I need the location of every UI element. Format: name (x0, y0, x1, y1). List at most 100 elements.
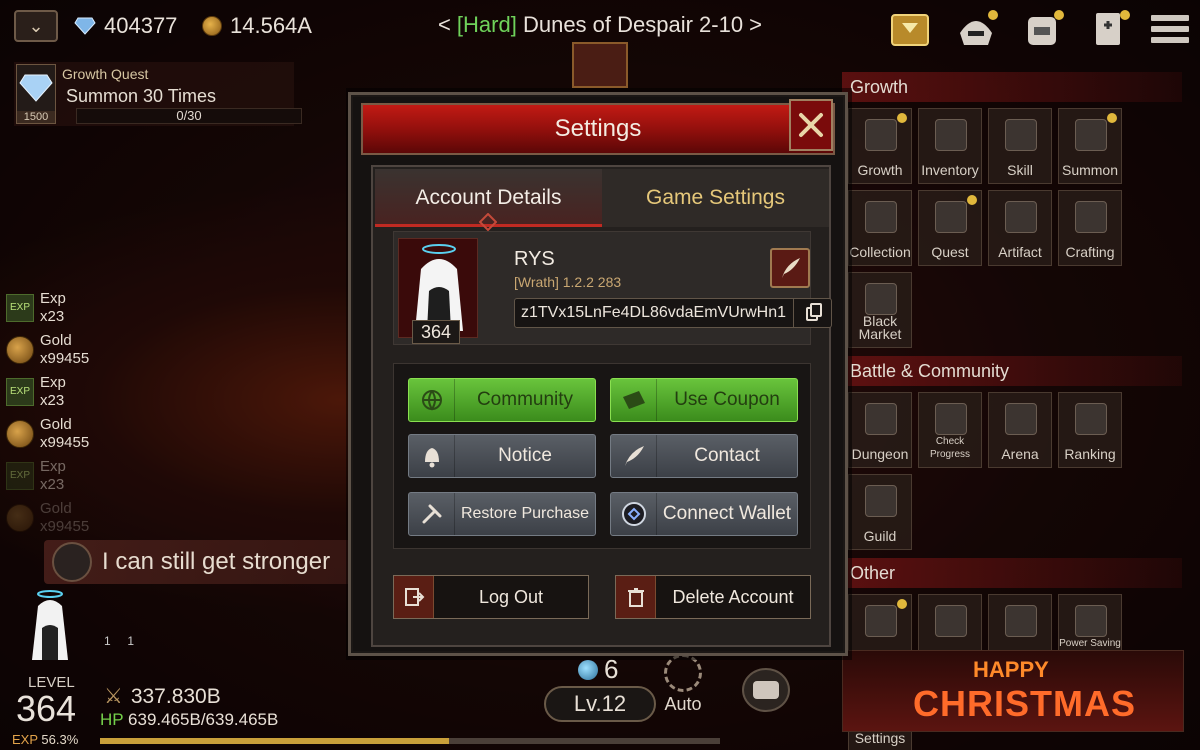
connect-wallet-label: Connect Wallet (662, 503, 792, 524)
menu-quest[interactable]: Quest (918, 190, 982, 266)
menu-label: Settings (854, 730, 906, 746)
menu-label: Summon (1061, 162, 1119, 178)
close-button[interactable] (789, 99, 833, 151)
boss-portrait-icon[interactable] (572, 42, 628, 88)
combat-power-value: 337.830B (130, 684, 221, 708)
exp-progress-bar (100, 738, 720, 744)
collection-icon (865, 201, 897, 233)
reward-amount: x99455 (40, 434, 90, 451)
menu-dungeon[interactable]: Dungeon (848, 392, 912, 468)
exp-percent: 56.3% (41, 732, 79, 747)
exp-icon: EXP (6, 462, 34, 490)
diamond-icon (19, 74, 53, 102)
bell-icon (409, 435, 455, 477)
combat-power: ⚔ 337.830B (104, 684, 221, 709)
power-saving-mode-icon (1075, 605, 1107, 637)
log-out-button[interactable]: Log Out (393, 575, 589, 619)
menu-label: Dungeon (851, 446, 909, 462)
edit-profile-button[interactable] (770, 248, 810, 288)
community-button[interactable]: Community (408, 378, 596, 422)
log-out-label: Log Out (478, 586, 544, 607)
reward-name: Exp (40, 374, 66, 391)
chat-bubble-icon (753, 681, 779, 699)
menu-summon[interactable]: Summon (1058, 108, 1122, 184)
skill-a-count: 1 (104, 634, 111, 648)
menu-artifact[interactable]: Artifact (988, 190, 1052, 266)
reward-amount: x23 (40, 308, 65, 325)
menu-ranking[interactable]: Ranking (1058, 392, 1122, 468)
menu-label: Skill (1007, 162, 1033, 178)
menu-label: Crafting (1065, 244, 1115, 260)
use-coupon-label: Use Coupon (674, 389, 780, 410)
hp-label: HP (100, 710, 124, 729)
reward-log-item: Gold x99455 (4, 330, 264, 372)
menu-growth[interactable]: Growth (848, 108, 912, 184)
ticket-icon (611, 379, 657, 421)
stage-level-pill[interactable]: Lv.12 (544, 686, 656, 722)
reward-log: EXP Exp x23 Gold x99455 EXP Exp x23 Gold x99455 EX… (4, 288, 264, 540)
use-coupon-button[interactable]: Use Coupon (610, 378, 798, 422)
notification-dot (967, 195, 977, 205)
contact-label: Contact (694, 445, 760, 466)
menu-check-progress[interactable]: Check Progress (918, 392, 982, 468)
connect-wallet-button[interactable]: Connect Wallet (610, 492, 798, 536)
menu-inventory[interactable]: Inventory (918, 108, 982, 184)
right-side-menu: Growth Growth Inventory Skill Summon Collect… (842, 72, 1182, 750)
dungeon-icon (865, 403, 897, 435)
tab-game-settings[interactable]: Game Settings (602, 169, 829, 227)
notification-dot (1054, 10, 1064, 20)
menu-label: Guild (863, 528, 897, 544)
delete-account-button[interactable]: Delete Account (615, 575, 811, 619)
growth-quest[interactable]: 1500 Growth Quest Summon 30 Times 0/30 (14, 62, 302, 126)
account-id-field[interactable]: z1TVx15LnFe4DL86vdaEmVUrwHn1 (514, 298, 832, 328)
menu-label: Collection (849, 244, 911, 260)
event-icon (1005, 605, 1037, 637)
notification-dot (897, 599, 907, 609)
copy-icon[interactable] (793, 299, 831, 327)
restore-purchase-button[interactable]: Restore Purchase (408, 492, 596, 536)
menu-label: Check Progress (929, 436, 970, 460)
settings-modal: Settings Account Details Game Settings 3… (348, 92, 848, 656)
account-actions: Community Use Coupon Notice Contact Rest… (393, 363, 811, 549)
notification-dot (1120, 10, 1130, 20)
quest-kicker: Growth Quest (62, 66, 149, 82)
player-avatar[interactable] (14, 588, 86, 668)
menu-arena[interactable]: Arena (988, 392, 1052, 468)
soul-orb-icon (578, 659, 598, 680)
hp-readout: HP 639.465B/639.465B (100, 710, 278, 730)
menu-skill[interactable]: Skill (988, 108, 1052, 184)
character-helmet-icon[interactable] (952, 6, 1000, 52)
stage-name: Dunes of Despair 2-10 > (516, 12, 763, 37)
menu-collection[interactable]: Collection (848, 190, 912, 266)
menu-crafting[interactable]: Crafting (1058, 190, 1122, 266)
contact-button[interactable]: Contact (610, 434, 798, 478)
hamburger-menu-icon[interactable] (1150, 6, 1190, 52)
inventory-icon (935, 119, 967, 151)
globe-icon (409, 379, 455, 421)
notification-dot (988, 10, 998, 20)
spellbook-icon[interactable] (1084, 6, 1132, 52)
christmas-event-banner[interactable]: HAPPY CHRISTMAS (842, 650, 1184, 732)
reward-log-item: Gold x99455 (4, 414, 264, 456)
account-session-actions: Log Out Delete Account (393, 575, 811, 625)
other-section-title: Other (842, 558, 1182, 588)
chat-button[interactable] (742, 668, 790, 712)
auto-toggle[interactable]: Auto (660, 654, 706, 715)
skill-icon (1005, 119, 1037, 151)
menu-guild[interactable]: Guild (848, 474, 912, 550)
menu-black-market[interactable]: Black Market (848, 272, 912, 348)
trash-icon (616, 576, 656, 618)
character-speech-bubble: I can still get stronger (44, 540, 354, 584)
arena-icon (1005, 403, 1037, 435)
notice-button[interactable]: Notice (408, 434, 596, 478)
tab-account-label: Account Details (415, 186, 562, 209)
reward-log-item: EXP Exp x23 (4, 456, 264, 498)
inbox-icon (865, 605, 897, 637)
shop-icon[interactable] (886, 6, 934, 52)
stage-difficulty: [Hard] (456, 12, 517, 37)
growth-section-title: Growth (842, 72, 1182, 102)
artifact-icon (1005, 201, 1037, 233)
summon-icon (1075, 119, 1107, 151)
reward-name: Gold (40, 332, 72, 349)
backpack-icon[interactable] (1018, 6, 1066, 52)
